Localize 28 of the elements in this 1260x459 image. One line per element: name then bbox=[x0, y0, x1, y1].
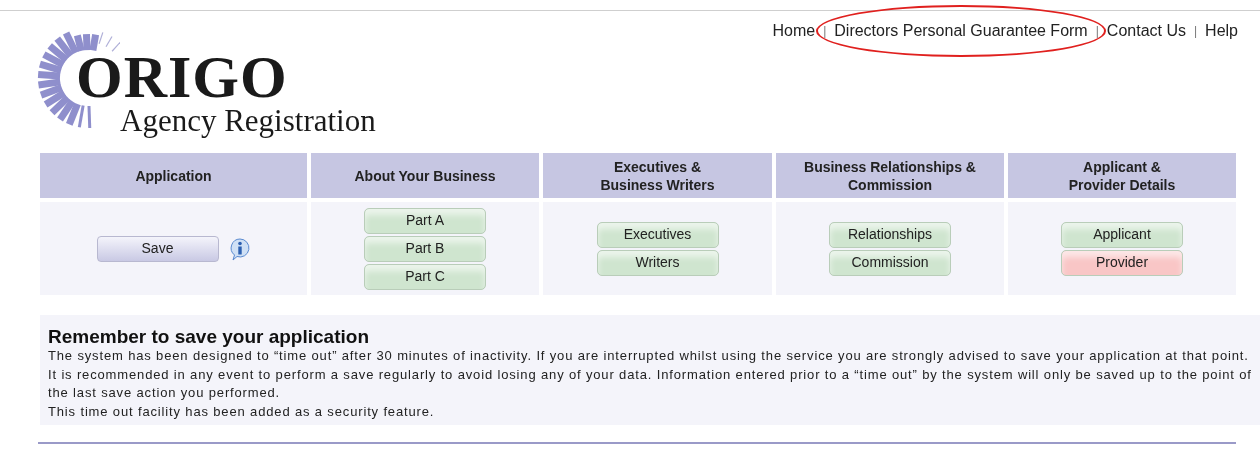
section-header: Applicant & Provider Details bbox=[1008, 153, 1236, 198]
step-button[interactable]: Commission bbox=[829, 249, 951, 276]
nav-link[interactable]: Home bbox=[772, 19, 816, 43]
step-button[interactable]: Provider bbox=[1061, 249, 1183, 276]
step-button[interactable]: Writers bbox=[596, 249, 719, 276]
logo-subtitle: Agency Registration bbox=[120, 105, 376, 136]
section-header: About Your Business bbox=[311, 153, 539, 198]
section-header: Application bbox=[40, 153, 307, 198]
nav-link[interactable]: Contact Us bbox=[1106, 19, 1186, 43]
notice-paragraph: The system has been designed to “time out” after 30 minutes of inactivity. If you are interrupted whilst using the service you are strongly advised to save your application at that point. bbox=[48, 347, 1250, 365]
section-header: Business Relationships & Commission bbox=[776, 153, 1004, 198]
nav-separator: | bbox=[1095, 23, 1099, 40]
step-button[interactable]: Part B bbox=[364, 235, 486, 262]
nav-separator: | bbox=[1193, 23, 1198, 40]
notice-heading: Remember to save your application bbox=[48, 326, 370, 347]
step-button[interactable]: Part A bbox=[364, 207, 486, 234]
section-header: Executives & Business Writers bbox=[543, 153, 772, 198]
step-button[interactable]: Executives bbox=[596, 221, 719, 248]
notice-paragraph: This time out facility has been added as a security feature. bbox=[48, 402, 436, 421]
nav-link[interactable]: Help bbox=[1205, 19, 1238, 43]
logo-title: ORIGO bbox=[76, 47, 288, 107]
step-button[interactable]: Applicant bbox=[1061, 221, 1183, 248]
step-button[interactable]: Relationships bbox=[829, 221, 951, 248]
step-button[interactable]: Part C bbox=[364, 263, 486, 290]
notice-paragraph: It is recommended in any event to perform a save regularly to avoid losing any of your data. Information entered prior to a “time out” by the system will only be saved up to the point of the last save action you performed. bbox=[48, 365, 1252, 402]
nav-separator: | bbox=[823, 23, 827, 40]
info-icon[interactable] bbox=[228, 236, 251, 261]
save-button[interactable]: Save bbox=[96, 235, 219, 262]
